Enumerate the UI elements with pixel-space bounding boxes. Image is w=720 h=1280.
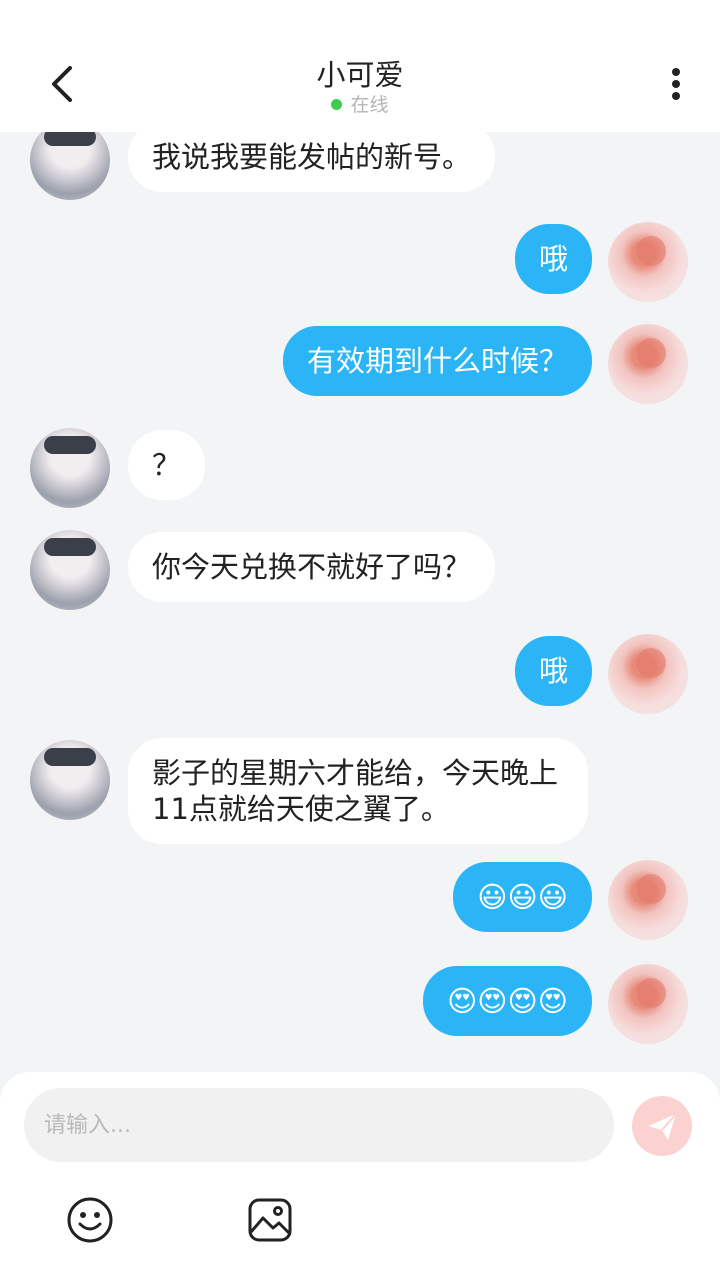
contact-avatar[interactable] [30, 132, 110, 200]
online-status-label: 在线 [350, 94, 389, 116]
outgoing-message-bubble[interactable]: 哦 [514, 636, 592, 706]
image-icon [248, 1198, 292, 1242]
message-input-box [24, 1088, 614, 1162]
my-avatar[interactable] [608, 860, 688, 940]
my-avatar[interactable] [608, 634, 688, 714]
contact-avatar[interactable] [30, 428, 110, 508]
more-options-button[interactable] [658, 62, 694, 110]
message-list[interactable]: 我说我要能发帖的新号。 哦 有效期到什么时候？ ？ 你今天兑换不就好了吗？ 哦 … [0, 132, 720, 1080]
incoming-message-bubble[interactable]: 我说我要能发帖的新号。 [128, 132, 496, 192]
outgoing-message-bubble[interactable]: 😍😍😍😍 [423, 966, 592, 1036]
contact-avatar[interactable] [30, 740, 110, 820]
chat-title: 小可爱 [316, 58, 404, 92]
outgoing-message-bubble[interactable]: 😃😃😃 [453, 862, 592, 932]
input-panel [0, 1072, 720, 1280]
my-avatar[interactable] [608, 222, 688, 302]
my-avatar[interactable] [608, 964, 688, 1044]
incoming-message-bubble[interactable]: 影子的星期六才能给，今天晚上11点就给天使之翼了。 [128, 738, 588, 844]
incoming-message-bubble[interactable]: 你今天兑换不就好了吗？ [128, 532, 496, 602]
outgoing-message-bubble[interactable]: 有效期到什么时候？ [282, 326, 592, 396]
message-input[interactable] [24, 1088, 614, 1162]
emoji-button[interactable] [66, 1196, 114, 1244]
smiley-icon [67, 1197, 113, 1243]
chat-header: 小可爱 在线 [0, 0, 720, 132]
incoming-message-bubble[interactable]: ？ [128, 430, 206, 500]
send-icon [648, 1113, 677, 1140]
online-dot-icon [331, 99, 343, 110]
online-status: 在线 [0, 90, 720, 117]
contact-avatar[interactable] [30, 530, 110, 610]
image-button[interactable] [246, 1196, 294, 1244]
send-button[interactable] [632, 1096, 692, 1156]
my-avatar[interactable] [608, 324, 688, 404]
more-vertical-icon [672, 68, 680, 100]
outgoing-message-bubble[interactable]: 哦 [514, 224, 592, 294]
